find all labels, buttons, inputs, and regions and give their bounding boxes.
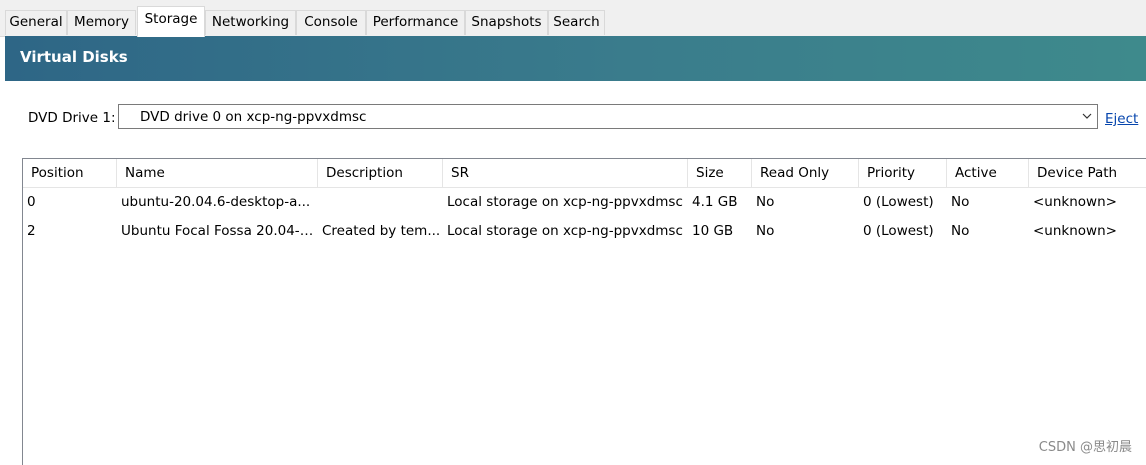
tab-performance[interactable]: Performance (366, 10, 465, 35)
watermark-text: CSDN @思初晨 (1038, 440, 1132, 455)
table-row[interactable]: 0 ubuntu-20.04.6-desktop-a... Local stor… (23, 188, 1146, 217)
cell-position: 2 (27, 223, 36, 239)
tab-strip: General Memory Storage Networking Consol… (0, 0, 1146, 37)
tab-storage[interactable]: Storage (137, 6, 205, 37)
cell-read-only: No (756, 223, 775, 239)
column-header-description[interactable]: Description (318, 159, 443, 187)
tab-networking[interactable]: Networking (205, 10, 296, 35)
cell-name: Ubuntu Focal Fossa 20.04-1 0 (121, 223, 318, 239)
cell-position: 0 (27, 194, 36, 210)
column-header-name[interactable]: Name (117, 159, 318, 187)
cell-size: 4.1 GB (692, 194, 738, 210)
cell-sr: Local storage on xcp-ng-ppvxdmsc (447, 194, 683, 210)
cell-priority: 0 (Lowest) (863, 223, 934, 239)
tab-memory[interactable]: Memory (67, 10, 136, 35)
column-header-active[interactable]: Active (947, 159, 1029, 187)
column-header-device-path[interactable]: Device Path (1029, 159, 1146, 187)
cell-name: ubuntu-20.04.6-desktop-a... (121, 194, 311, 210)
tab-snapshots[interactable]: Snapshots (465, 10, 548, 35)
cell-device-path: <unknown> (1033, 194, 1117, 210)
column-header-position[interactable]: Position (23, 159, 117, 187)
section-title: Virtual Disks (20, 48, 128, 66)
column-header-read-only[interactable]: Read Only (752, 159, 859, 187)
cell-sr: Local storage on xcp-ng-ppvxdmsc (447, 223, 683, 239)
dvd-drive-selected-value: DVD drive 0 on xcp-ng-ppvxdmsc (140, 109, 367, 125)
dvd-drive-select[interactable]: DVD drive 0 on xcp-ng-ppvxdmsc (118, 104, 1098, 129)
tab-search[interactable]: Search (548, 10, 605, 35)
column-header-priority[interactable]: Priority (859, 159, 947, 187)
section-header: Virtual Disks (5, 36, 1146, 81)
eject-link[interactable]: Eject (1105, 110, 1138, 128)
chevron-down-icon (1082, 113, 1092, 119)
tab-console[interactable]: Console (296, 10, 366, 35)
table-header: Position Name Description SR Size Read O… (23, 159, 1146, 188)
cell-active: No (951, 223, 970, 239)
tab-general[interactable]: General (5, 10, 67, 35)
table-row[interactable]: 2 Ubuntu Focal Fossa 20.04-1 0 Created b… (23, 217, 1146, 246)
column-header-sr[interactable]: SR (443, 159, 688, 187)
cell-description (318, 188, 443, 217)
dvd-drive-label: DVD Drive 1: (28, 110, 116, 126)
cell-description: Created by tem... (322, 223, 441, 239)
cell-size: 10 GB (692, 223, 734, 239)
cell-device-path: <unknown> (1033, 223, 1117, 239)
cell-active: No (951, 194, 970, 210)
virtual-disks-table: Position Name Description SR Size Read O… (22, 158, 1146, 465)
column-header-size[interactable]: Size (688, 159, 752, 187)
cell-read-only: No (756, 194, 775, 210)
cell-priority: 0 (Lowest) (863, 194, 934, 210)
